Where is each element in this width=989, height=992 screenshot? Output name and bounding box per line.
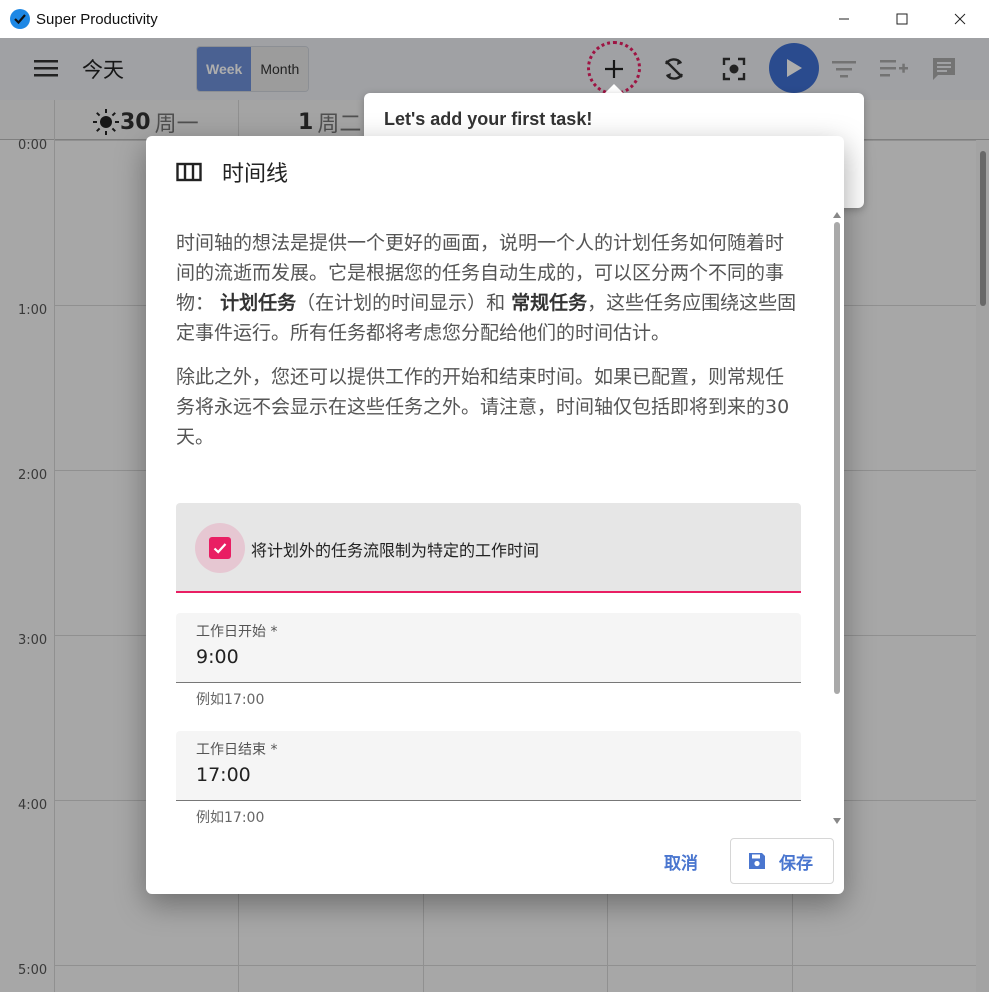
timeline-dialog: 时间线 时间轴的想法是提供一个更好的画面，说明一个人的计划任务如何随着时间的流逝… [146, 136, 844, 894]
save-icon [747, 851, 767, 871]
dialog-scrollbar-thumb[interactable] [834, 222, 840, 694]
work-end-label: 工作日结束 * [196, 742, 278, 758]
work-start-field[interactable]: 工作日开始 * 9:00 [176, 613, 801, 683]
dialog-content: 时间轴的想法是提供一个更好的画面，说明一个人的计划任务如何随着时间的流逝而发展。… [176, 228, 801, 828]
minimize-icon[interactable] [815, 0, 873, 38]
window-title: Super Productivity [36, 10, 158, 28]
close-icon[interactable] [931, 0, 989, 38]
work-start-input[interactable]: 9:00 [196, 646, 239, 668]
restrict-workhours-checkbox[interactable] [209, 537, 231, 559]
work-end-field[interactable]: 工作日结束 * 17:00 [176, 731, 801, 801]
cancel-button[interactable]: 取消 [644, 839, 718, 884]
save-label: 保存 [779, 853, 813, 874]
work-end-input[interactable]: 17:00 [196, 764, 251, 786]
save-button[interactable]: 保存 [730, 838, 834, 884]
scroll-up-arrow-icon[interactable] [833, 212, 841, 218]
description-paragraph-2: 除此之外，您还可以提供工作的开始和结束时间。如果已配置，则常规任务将永远不会显示… [176, 366, 790, 448]
view-column-icon [176, 161, 202, 183]
window-titlebar: Super Productivity [0, 0, 989, 38]
restrict-workhours-checkbox-row[interactable]: 将计划外的任务流限制为特定的工作时间 [176, 503, 801, 593]
description-paragraph-1: 时间轴的想法是提供一个更好的画面，说明一个人的计划任务如何随着时间的流逝而发展。… [176, 232, 797, 344]
restrict-workhours-label: 将计划外的任务流限制为特定的工作时间 [251, 541, 540, 560]
maximize-icon[interactable] [873, 0, 931, 38]
work-end-hint: 例如17:00 [196, 810, 265, 826]
app-logo-icon [10, 9, 30, 29]
work-start-label: 工作日开始 * [196, 624, 278, 640]
scroll-down-arrow-icon[interactable] [833, 818, 841, 824]
dialog-actions: 取消 保存 [644, 838, 834, 884]
tour-text: Let's add your first task! [384, 109, 593, 129]
dialog-title: 时间线 [222, 162, 289, 187]
work-start-hint: 例如17:00 [196, 692, 265, 708]
dialog-header: 时间线 [176, 156, 288, 188]
